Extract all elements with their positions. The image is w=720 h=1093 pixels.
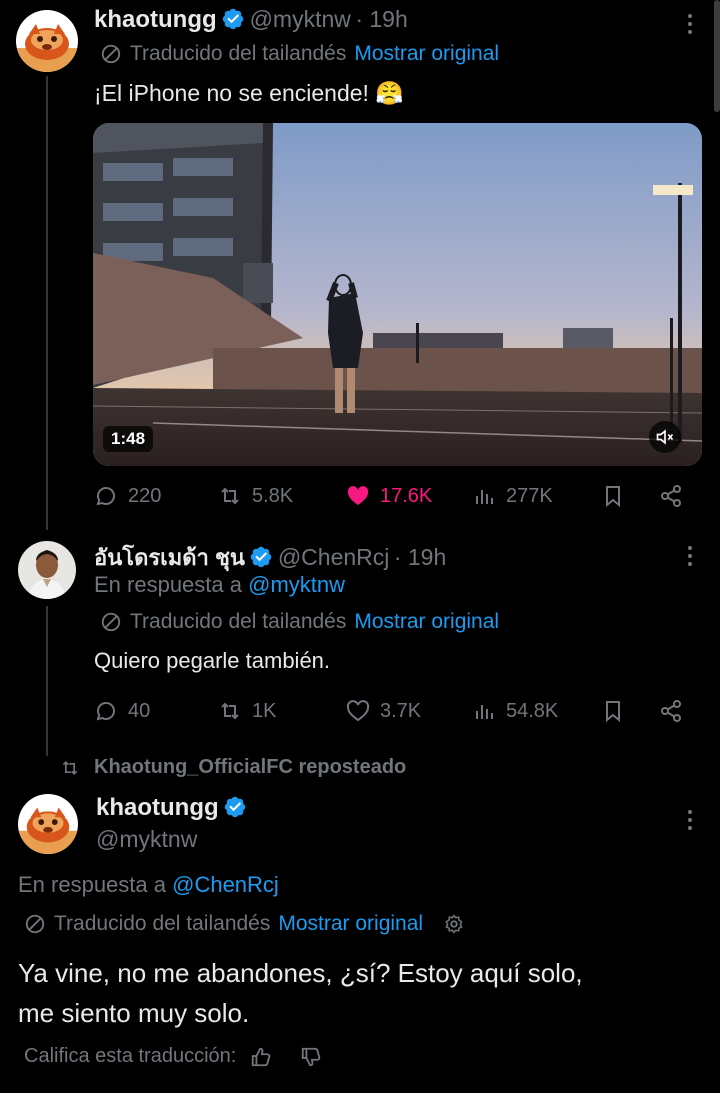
more-options-icon[interactable] — [688, 14, 694, 38]
bookmark-icon — [606, 701, 620, 723]
repost-icon — [62, 760, 78, 775]
reply-to-link[interactable]: @myktnw — [248, 572, 345, 597]
views-button[interactable]: 54.8K — [472, 699, 558, 723]
like-count: 3.7K — [380, 699, 422, 722]
tweet-text: Ya vine, no me abandones, ¿sí? Estoy aqu… — [18, 953, 583, 1033]
repost-icon — [221, 702, 239, 720]
author-name[interactable]: อันโดรเมด้า ชุน — [94, 545, 245, 570]
reply-icon — [96, 702, 115, 721]
repost-count: 5.8K — [252, 484, 294, 507]
views-icon — [476, 490, 493, 504]
timestamp[interactable]: · 19h — [355, 6, 407, 32]
share-button[interactable] — [659, 484, 683, 513]
translate-icon — [101, 612, 121, 632]
views-count: 277K — [506, 484, 553, 507]
author-name[interactable]: khaotungg — [96, 794, 219, 821]
translate-icon — [101, 44, 121, 64]
tweet-text: ¡El iPhone no se enciende! 😤 — [94, 80, 404, 106]
translated-label: Traducido del tailandés — [130, 610, 347, 633]
reply-count: 40 — [128, 699, 151, 722]
translated-label: Traducido del tailandés — [130, 42, 347, 65]
mute-button[interactable] — [649, 421, 681, 453]
author-handle[interactable]: @ChenRcj — [278, 544, 390, 570]
heart-icon — [346, 700, 370, 722]
more-options-icon[interactable] — [688, 546, 694, 570]
views-button[interactable]: 277K — [472, 484, 553, 508]
translate-icon — [25, 914, 45, 934]
translated-label: Traducido del tailandés — [54, 912, 271, 935]
mute-icon — [656, 429, 674, 445]
reply-prefix: En respuesta a — [18, 872, 166, 897]
reply-prefix: En respuesta a — [94, 572, 242, 597]
thread-line — [46, 606, 48, 756]
show-original-link[interactable]: Mostrar original — [278, 912, 423, 936]
thumbs-up-icon[interactable] — [250, 1046, 272, 1068]
repost-banner[interactable]: Khaotung_OfficialFC reposteado — [94, 756, 406, 779]
video-thumbnail — [93, 123, 702, 466]
bookmark-button[interactable] — [601, 699, 625, 728]
rate-translation-label: Califica esta traducción: — [24, 1045, 237, 1067]
show-original-link[interactable]: Mostrar original — [354, 610, 499, 634]
verified-badge-icon — [222, 8, 244, 30]
share-icon — [661, 700, 681, 722]
avatar[interactable] — [16, 10, 78, 72]
more-options-icon[interactable] — [688, 810, 694, 834]
reply-to-link[interactable]: @ChenRcj — [172, 872, 279, 897]
reply-button[interactable]: 220 — [94, 484, 161, 508]
thumbs-down-icon[interactable] — [300, 1046, 322, 1068]
timestamp[interactable]: · 19h — [394, 544, 446, 570]
bookmark-button[interactable] — [601, 484, 625, 513]
reply-count: 220 — [128, 484, 162, 507]
tweet-text-line: me siento muy solo. — [18, 998, 250, 1028]
share-button[interactable] — [659, 699, 683, 728]
repost-button[interactable]: 1K — [218, 699, 276, 723]
repost-count: 1K — [252, 699, 277, 722]
gear-icon[interactable] — [443, 913, 465, 935]
reply-icon — [96, 487, 115, 506]
thread-line — [46, 76, 48, 530]
views-count: 54.8K — [506, 699, 559, 722]
avatar[interactable] — [18, 541, 76, 599]
author-name[interactable]: khaotungg — [94, 6, 217, 33]
repost-button[interactable]: 5.8K — [218, 484, 293, 508]
like-count: 17.6K — [380, 484, 433, 507]
views-icon — [476, 705, 493, 719]
author-handle[interactable]: @myktnw — [250, 6, 351, 32]
video-duration: 1:48 — [103, 426, 154, 452]
verified-badge-icon — [251, 546, 272, 568]
avatar[interactable] — [18, 794, 78, 854]
like-button[interactable]: 3.7K — [346, 699, 421, 723]
heart-filled-icon — [347, 486, 369, 505]
verified-badge-icon — [224, 796, 246, 818]
video-player[interactable]: 1:48 — [93, 123, 702, 466]
tweet-text: Quiero pegarle también. — [94, 648, 331, 673]
reply-button[interactable]: 40 — [94, 699, 150, 723]
scrollbar-thumb[interactable] — [714, 0, 720, 112]
show-original-link[interactable]: Mostrar original — [354, 42, 499, 66]
bookmark-icon — [606, 486, 620, 508]
tweet-text-line: Ya vine, no me abandones, ¿sí? Estoy aqu… — [18, 958, 583, 988]
like-button[interactable]: 17.6K — [346, 484, 432, 508]
share-icon — [661, 485, 681, 507]
repost-icon — [221, 487, 239, 505]
author-handle[interactable]: @myktnw — [96, 826, 197, 853]
